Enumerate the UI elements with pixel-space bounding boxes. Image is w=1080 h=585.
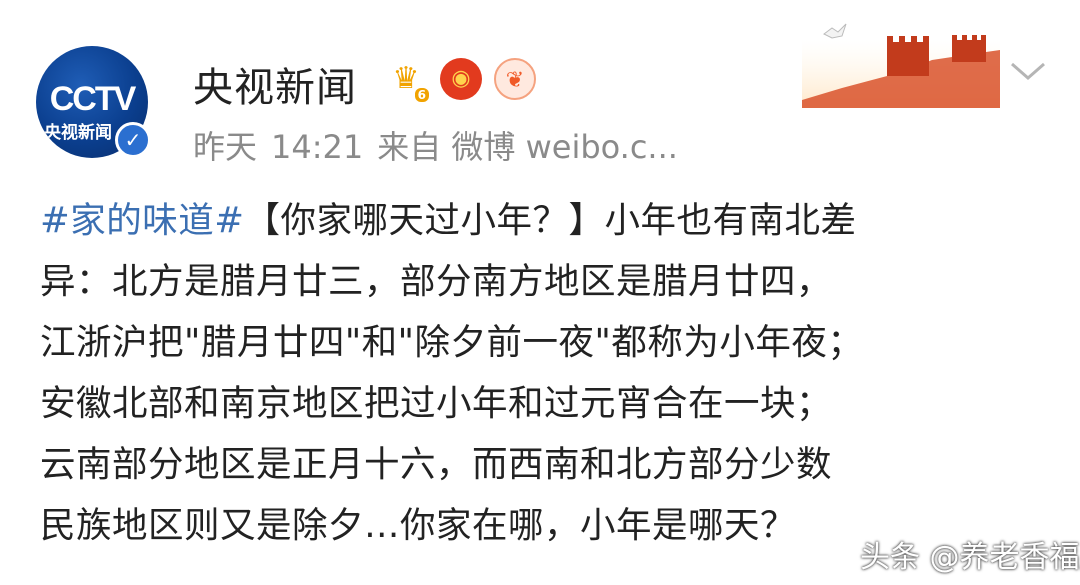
cctv-logo: CCTV bbox=[49, 80, 137, 118]
post-meta: 昨天 14:21 来自 微博 weibo.c... bbox=[193, 122, 692, 168]
post-line-1: #家的味道#【你家哪天过小年？】小年也有南北差 bbox=[40, 190, 1050, 251]
post-text: #家的味道#【你家哪天过小年？】小年也有南北差 异：北方是腊月廿三，部分南方地区… bbox=[40, 190, 1050, 556]
watermark: 头条 @养老香福居 bbox=[860, 540, 1080, 575]
post-line-1-text: 【你家哪天过小年？】小年也有南北差 bbox=[244, 200, 857, 241]
badge-level: 6 bbox=[414, 88, 429, 102]
post-line-3: 江浙沪把"腊月廿四"和"除夕前一夜"都称为小年夜； bbox=[40, 322, 864, 363]
post-line-2: 异：北方是腊月廿三，部分南方地区是腊月廿四， bbox=[40, 261, 833, 302]
great-wall-decoration-icon bbox=[802, 23, 1000, 108]
verified-icon: ✓ bbox=[115, 122, 151, 158]
lantern-badge-icon[interactable]: ◉ bbox=[440, 58, 482, 100]
post-line-4: 安徽北部和南京地区把过小年和过元宵合在一块； bbox=[40, 383, 833, 424]
username[interactable]: 央视新闻 bbox=[193, 55, 357, 113]
post-time-label: 昨天 bbox=[193, 128, 258, 166]
post-time: 14:21 bbox=[271, 128, 364, 166]
post-source[interactable]: 来自 微博 weibo.c... bbox=[377, 128, 678, 166]
post-line-5: 云南部分地区是正月十六，而西南和北方部分少数 bbox=[40, 444, 833, 485]
crown-badge-icon[interactable]: ♛ 6 bbox=[385, 58, 429, 102]
chevron-down-icon[interactable] bbox=[1008, 56, 1048, 86]
hashtag-link[interactable]: #家的味道# bbox=[40, 200, 245, 241]
avatar-subtitle: 央视新闻 bbox=[44, 123, 112, 143]
fan-badge-icon[interactable]: ❦ bbox=[494, 58, 536, 100]
